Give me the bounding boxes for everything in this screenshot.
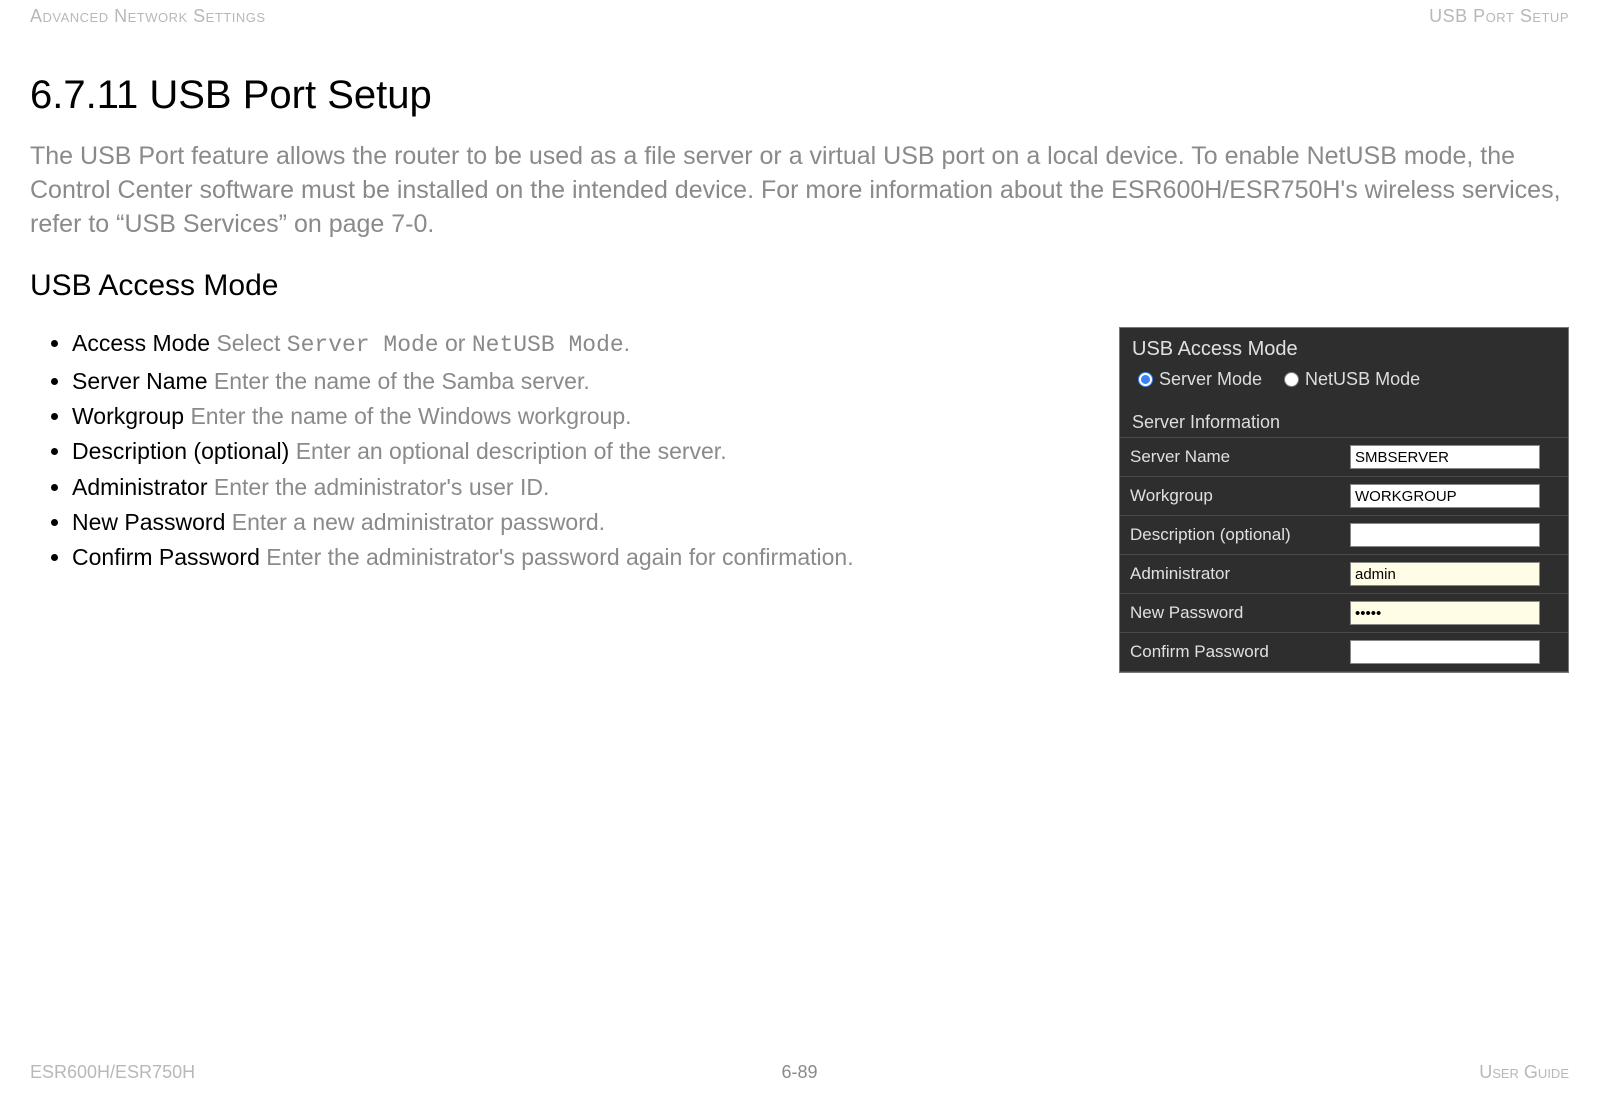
header-left: Advanced Network Settings (30, 6, 266, 27)
content-row: Access Mode Select Server Mode or NetUSB… (30, 327, 1569, 673)
list-item: New Password Enter a new administrator p… (72, 506, 1089, 539)
table-row: Server Name (1120, 438, 1568, 477)
footer-page-number: 6-89 (781, 1062, 817, 1083)
field-cell (1340, 555, 1568, 594)
footer-left: ESR600H/ESR750H (30, 1062, 195, 1083)
page: Advanced Network Settings USB Port Setup… (0, 0, 1599, 1093)
term: Workgroup (72, 403, 184, 429)
radio-netusb-mode-input[interactable] (1284, 372, 1299, 387)
header-right: USB Port Setup (1429, 6, 1569, 27)
mono: NetUSB Mode (472, 332, 624, 358)
field-cell (1340, 594, 1568, 633)
field-label: New Password (1120, 594, 1340, 633)
list-item: Access Mode Select Server Mode or NetUSB… (72, 327, 1089, 362)
description-input[interactable] (1350, 523, 1540, 547)
radio-server-mode-input[interactable] (1138, 372, 1153, 387)
field-cell (1340, 477, 1568, 516)
panel-section-label: Server Information (1120, 404, 1568, 437)
form-table: Server Name Workgroup Description (optio… (1120, 437, 1568, 672)
body: Enter the administrator's password again… (260, 544, 854, 570)
body: Enter a new administrator password. (225, 509, 605, 535)
footer-right: User Guide (1479, 1062, 1569, 1083)
radio-netusb-mode-label: NetUSB Mode (1305, 369, 1420, 390)
server-name-input[interactable] (1350, 445, 1540, 469)
field-cell (1340, 516, 1568, 555)
term: New Password (72, 509, 225, 535)
field-label: Description (optional) (1120, 516, 1340, 555)
confirm-password-input[interactable] (1350, 640, 1540, 664)
workgroup-input[interactable] (1350, 484, 1540, 508)
term: Access Mode (72, 330, 210, 356)
term: Confirm Password (72, 544, 260, 570)
mono: Server Mode (287, 332, 439, 358)
field-cell (1340, 633, 1568, 672)
body: Enter the name of the Samba server. (207, 368, 589, 394)
radio-netusb-mode[interactable]: NetUSB Mode (1284, 369, 1420, 390)
field-label: Confirm Password (1120, 633, 1340, 672)
list-item: Administrator Enter the administrator's … (72, 471, 1089, 504)
table-row: Confirm Password (1120, 633, 1568, 672)
body: Enter the name of the Windows workgroup. (184, 403, 631, 429)
list-item: Server Name Enter the name of the Samba … (72, 365, 1089, 398)
table-row: Workgroup (1120, 477, 1568, 516)
field-label: Workgroup (1120, 477, 1340, 516)
list-item: Confirm Password Enter the administrator… (72, 541, 1089, 574)
panel-title: USB Access Mode (1120, 328, 1568, 369)
body: or (439, 330, 472, 356)
intro-paragraph: The USB Port feature allows the router t… (30, 140, 1569, 241)
list-item: Workgroup Enter the name of the Windows … (72, 400, 1089, 433)
body: . (624, 330, 630, 356)
body: Enter the administrator's user ID. (207, 474, 549, 500)
radio-server-mode-label: Server Mode (1159, 369, 1262, 390)
term: Administrator (72, 474, 207, 500)
page-footer: ESR600H/ESR750H 6-89 User Guide (30, 1062, 1569, 1083)
radio-row: Server Mode NetUSB Mode (1120, 369, 1568, 404)
page-header: Advanced Network Settings USB Port Setup (30, 0, 1569, 27)
field-cell (1340, 438, 1568, 477)
body: Enter an optional description of the ser… (289, 438, 726, 464)
page-title: 6.7.11 USB Port Setup (30, 73, 1569, 118)
new-password-input[interactable] (1350, 601, 1540, 625)
body: Select (210, 330, 287, 356)
table-row: New Password (1120, 594, 1568, 633)
list-item: Description (optional) Enter an optional… (72, 435, 1089, 468)
field-label: Administrator (1120, 555, 1340, 594)
section-heading: USB Access Mode (30, 269, 1569, 303)
term: Server Name (72, 368, 207, 394)
term: Description (optional) (72, 438, 289, 464)
radio-server-mode[interactable]: Server Mode (1138, 369, 1262, 390)
field-label: Server Name (1120, 438, 1340, 477)
table-row: Description (optional) (1120, 516, 1568, 555)
usb-access-panel: USB Access Mode Server Mode NetUSB Mode … (1119, 327, 1569, 673)
bullet-list: Access Mode Select Server Mode or NetUSB… (30, 327, 1119, 576)
administrator-input[interactable] (1350, 562, 1540, 586)
table-row: Administrator (1120, 555, 1568, 594)
